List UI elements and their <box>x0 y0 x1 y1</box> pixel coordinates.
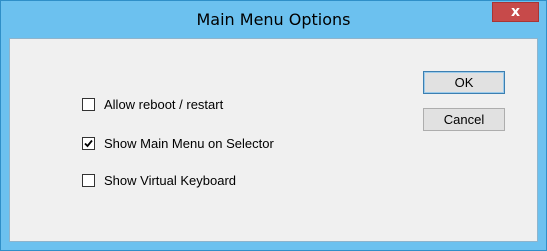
option-show-virtual-keyboard[interactable]: Show Virtual Keyboard <box>82 171 236 189</box>
close-button[interactable]: x <box>492 2 539 22</box>
ok-button[interactable]: OK <box>423 71 505 94</box>
checkmark-icon <box>84 139 93 147</box>
allow-reboot-checkbox[interactable] <box>82 97 95 111</box>
title-bar[interactable]: Main Menu Options x <box>1 1 546 37</box>
show-main-menu-label: Show Main Menu on Selector <box>104 135 274 151</box>
option-allow-reboot[interactable]: Allow reboot / restart <box>82 95 223 113</box>
cancel-button[interactable]: Cancel <box>423 108 505 131</box>
show-main-menu-checkbox[interactable] <box>82 136 95 150</box>
window-title: Main Menu Options <box>196 10 351 29</box>
close-icon: x <box>510 4 521 20</box>
allow-reboot-label: Allow reboot / restart <box>104 96 224 112</box>
show-virtual-keyboard-label: Show Virtual Keyboard <box>104 172 237 188</box>
dialog-body: Allow reboot / restart Show Main Menu on… <box>9 38 538 242</box>
show-virtual-keyboard-checkbox[interactable] <box>82 173 95 187</box>
option-show-main-menu[interactable]: Show Main Menu on Selector <box>82 134 274 152</box>
dialog-window: Main Menu Options x Allow reboot / resta… <box>0 0 547 251</box>
